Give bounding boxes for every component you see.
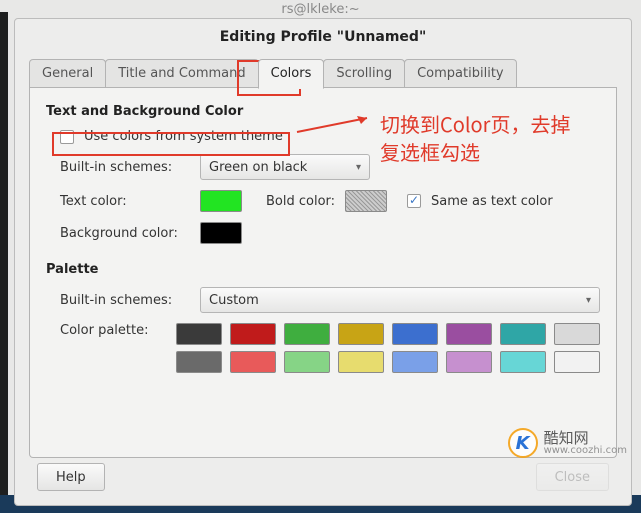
- use-system-colors-label: Use colors from system theme: [84, 129, 283, 144]
- bold-color-button[interactable]: [345, 190, 387, 212]
- palette-color-button[interactable]: [446, 351, 492, 373]
- palette-color-button[interactable]: [446, 323, 492, 345]
- palette-row-2: [176, 351, 600, 373]
- palette-color-button[interactable]: [338, 351, 384, 373]
- background-color-row: Background color:: [46, 222, 600, 244]
- bold-color-label: Bold color:: [266, 194, 335, 209]
- builtin-schemes-label: Built-in schemes:: [60, 160, 190, 175]
- text-bold-color-row: Text color: Bold color: Same as text col…: [46, 190, 600, 212]
- color-palette-label: Color palette:: [60, 323, 166, 338]
- palette-color-button[interactable]: [338, 323, 384, 345]
- text-color-label: Text color:: [60, 194, 190, 209]
- palette-schemes-row: Built-in schemes: Custom ▾: [46, 287, 600, 313]
- dialog-title: Editing Profile "Unnamed": [15, 19, 631, 59]
- palette-color-button[interactable]: [554, 351, 600, 373]
- palette-schemes-label: Built-in schemes:: [60, 293, 190, 308]
- background-strip: [0, 12, 8, 513]
- color-palette-row: Color palette:: [46, 323, 600, 373]
- colors-panel: Text and Background Color Use colors fro…: [29, 88, 617, 458]
- palette-grid: [176, 323, 600, 373]
- builtin-schemes-select[interactable]: Green on black ▾: [200, 154, 370, 180]
- section-text-and-background: Text and Background Color: [46, 104, 600, 119]
- palette-color-button[interactable]: [176, 351, 222, 373]
- palette-color-button[interactable]: [500, 351, 546, 373]
- tab-title-and-command[interactable]: Title and Command: [105, 59, 258, 88]
- use-system-colors-row: Use colors from system theme: [46, 129, 600, 144]
- tab-colors[interactable]: Colors: [258, 59, 325, 89]
- palette-color-button[interactable]: [230, 351, 276, 373]
- tab-bar: General Title and Command Colors Scrolli…: [15, 59, 631, 88]
- help-button[interactable]: Help: [37, 463, 105, 491]
- same-as-text-checkbox[interactable]: [407, 194, 421, 208]
- background-color-label: Background color:: [60, 226, 190, 241]
- chevron-down-icon: ▾: [356, 162, 361, 173]
- close-button[interactable]: Close: [536, 463, 609, 491]
- palette-color-button[interactable]: [392, 351, 438, 373]
- tab-compatibility[interactable]: Compatibility: [404, 59, 517, 88]
- palette-color-button[interactable]: [176, 323, 222, 345]
- palette-color-button[interactable]: [284, 323, 330, 345]
- builtin-schemes-value: Green on black: [209, 160, 307, 175]
- tab-general[interactable]: General: [29, 59, 106, 88]
- use-system-colors-checkbox[interactable]: [60, 130, 74, 144]
- parent-window-title: rs@lkleke:~: [0, 2, 641, 17]
- section-palette: Palette: [46, 262, 600, 277]
- palette-scheme-value: Custom: [209, 293, 259, 308]
- palette-color-button[interactable]: [554, 323, 600, 345]
- text-color-button[interactable]: [200, 190, 242, 212]
- background-color-button[interactable]: [200, 222, 242, 244]
- profile-editor-dialog: Editing Profile "Unnamed" General Title …: [14, 18, 632, 506]
- tab-scrolling[interactable]: Scrolling: [323, 59, 405, 88]
- palette-row-1: [176, 323, 600, 345]
- builtin-schemes-row: Built-in schemes: Green on black ▾: [46, 154, 600, 180]
- palette-color-button[interactable]: [284, 351, 330, 373]
- palette-scheme-select[interactable]: Custom ▾: [200, 287, 600, 313]
- palette-color-button[interactable]: [500, 323, 546, 345]
- palette-color-button[interactable]: [392, 323, 438, 345]
- palette-color-button[interactable]: [230, 323, 276, 345]
- chevron-down-icon: ▾: [586, 295, 591, 306]
- same-as-text-label: Same as text color: [431, 194, 553, 209]
